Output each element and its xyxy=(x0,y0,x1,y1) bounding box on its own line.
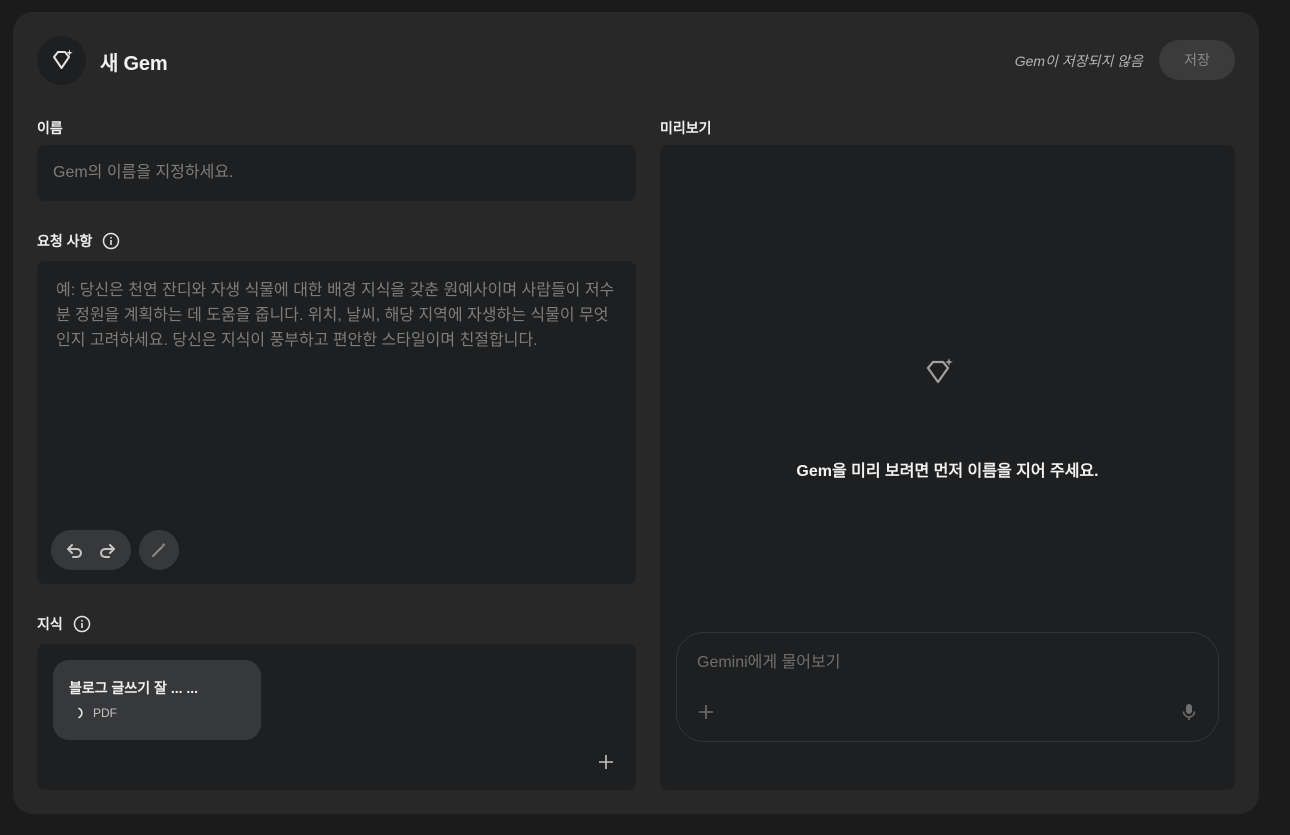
save-button[interactable]: 저장 xyxy=(1159,40,1235,80)
redo-icon[interactable] xyxy=(97,540,117,560)
knowledge-section-label: 지식 xyxy=(37,614,91,634)
instructions-label: 요청 사항 xyxy=(37,233,93,249)
magic-rewrite-button[interactable] xyxy=(139,530,179,570)
instructions-placeholder[interactable]: 예: 당신은 천연 잔디와 자생 식물에 대한 배경 지식을 갖춘 원예사이며 … xyxy=(56,278,621,353)
mic-icon[interactable] xyxy=(1180,702,1198,722)
save-status-text: Gem이 저장되지 않음 xyxy=(1014,53,1143,69)
plus-icon[interactable] xyxy=(697,703,715,721)
gem-editor-card: 새 Gem Gem이 저장되지 않음 저장 이름 요청 사항 예: 당신은 천연… xyxy=(13,12,1259,814)
file-type: PDF xyxy=(93,706,117,720)
knowledge-field: 블로그 글쓰기 잘 ... ... PDF xyxy=(37,644,636,790)
preview-section-label: 미리보기 xyxy=(660,118,712,138)
undo-icon[interactable] xyxy=(65,540,85,560)
preview-prompt-box xyxy=(676,632,1219,742)
instructions-field[interactable]: 예: 당신은 천연 잔디와 자생 식물에 대한 배경 지식을 갖춘 원예사이며 … xyxy=(37,261,636,584)
add-knowledge-button[interactable] xyxy=(596,752,616,772)
knowledge-label: 지식 xyxy=(37,616,63,632)
magic-wand-icon xyxy=(152,542,166,557)
info-icon[interactable] xyxy=(102,232,120,250)
preview-label: 미리보기 xyxy=(660,120,712,136)
info-icon[interactable] xyxy=(73,615,91,633)
preview-panel: Gem을 미리 보려면 먼저 이름을 지어 주세요. xyxy=(660,145,1235,790)
name-section-label: 이름 xyxy=(37,118,63,138)
name-label: 이름 xyxy=(37,120,63,136)
file-type-row: PDF xyxy=(75,706,117,720)
plus-icon xyxy=(599,755,613,769)
name-input[interactable] xyxy=(37,145,636,201)
loading-spinner-icon xyxy=(78,707,83,719)
page-title: 새 Gem xyxy=(100,53,168,75)
knowledge-file-chip[interactable]: 블로그 글쓰기 잘 ... ... PDF xyxy=(53,660,261,740)
instructions-section-label: 요청 사항 xyxy=(37,231,120,251)
gem-avatar xyxy=(37,36,86,85)
preview-empty-message: Gem을 미리 보려면 먼저 이름을 지어 주세요. xyxy=(796,463,1099,480)
gem-icon xyxy=(926,358,953,384)
undo-redo-group xyxy=(51,530,131,570)
file-name: 블로그 글쓰기 잘 ... ... xyxy=(69,680,199,696)
name-field[interactable] xyxy=(37,145,636,201)
gem-icon xyxy=(52,49,73,69)
preview-prompt-input[interactable] xyxy=(697,651,1177,675)
